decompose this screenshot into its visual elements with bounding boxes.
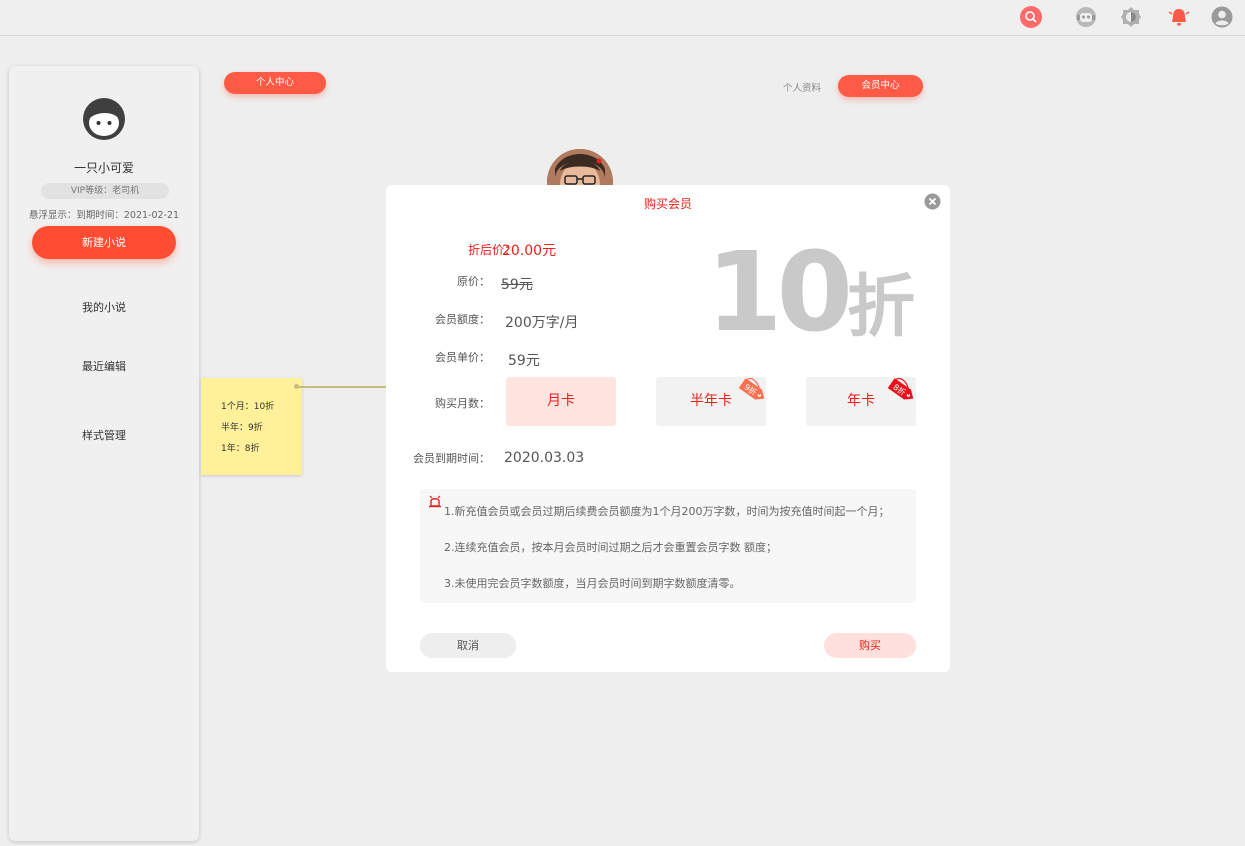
expire-time-label: 会员到期时间： <box>413 452 490 465</box>
notice-box: 1.新充值会员或会员过期后续费会员额度为1个月200万字数，时间为按充值时间起一… <box>420 489 916 603</box>
bell-icon[interactable] <box>1168 6 1190 28</box>
plan-card-monthly[interactable]: 月卡 <box>506 377 616 426</box>
expire-date-text: 悬浮显示：到期时间：2021-02-21 <box>28 210 180 221</box>
cancel-button[interactable]: 取消 <box>420 633 516 658</box>
robot-icon[interactable] <box>1075 6 1097 28</box>
dialog-title: 购买会员 <box>643 197 692 211</box>
sticky-note-line: 半年：9折 <box>221 423 263 433</box>
sidebar: 一只小可爱 VIP等级：老司机 悬浮显示：到期时间：2021-02-21 新建小… <box>9 66 199 841</box>
avatar[interactable] <box>82 97 126 141</box>
original-price-label: 原价： <box>457 275 490 288</box>
new-novel-button[interactable]: 新建小说 <box>32 226 176 259</box>
sidebar-item-my-novels[interactable]: 我的小说 <box>9 299 199 315</box>
notice-line: 2.连续充值会员，按本月会员时间过期之后才会重置会员字数 额度； <box>444 541 777 554</box>
top-bar <box>0 0 1245 36</box>
discount-tag-icon: 8折 <box>883 372 919 408</box>
purchase-membership-dialog: 购买会员 折后价： 20.00元 原价： 59元 会员额度： 200万字/月 会… <box>386 185 950 672</box>
vip-level-badge: VIP等级：老司机 <box>41 183 169 199</box>
quota-value: 200万字/月 <box>505 315 579 331</box>
buy-button[interactable]: 购买 <box>824 633 916 658</box>
discount-tag-icon: 9折 <box>734 372 770 408</box>
search-icon[interactable] <box>1020 6 1042 28</box>
username: 一只小可爱 <box>73 161 134 175</box>
sticky-note: 1个月：10折 半年：9折 1年：8折 <box>201 378 302 475</box>
discount-number: 10 <box>706 228 853 356</box>
sidebar-item-recent-edits[interactable]: 最近编辑 <box>9 358 199 374</box>
close-icon[interactable] <box>924 193 941 210</box>
notice-line: 1.新充值会员或会员过期后续费会员额度为1个月200万字数，时间为按充值时间起一… <box>444 505 890 518</box>
discount-unit: 折 <box>847 268 916 347</box>
personal-center-button[interactable]: 个人中心 <box>224 72 326 94</box>
quota-label: 会员额度： <box>435 313 490 326</box>
notice-line: 3.未使用完会员字数额度，当月会员时间到期字数额度清零。 <box>444 577 741 590</box>
months-label: 购买月数： <box>435 397 490 410</box>
unit-price-value: 59元 <box>508 353 540 369</box>
expire-time-value: 2020.03.03 <box>504 450 585 466</box>
sticky-note-line: 1个月：10折 <box>221 402 275 412</box>
unit-price-label: 会员单价： <box>435 351 490 364</box>
alarm-icon <box>428 494 442 508</box>
original-price-value: 59元 <box>501 277 533 293</box>
connector-dot <box>294 384 299 389</box>
theme-toggle-icon[interactable] <box>1120 6 1142 28</box>
sidebar-item-style-management[interactable]: 样式管理 <box>9 427 199 443</box>
discount-display: 10折 <box>706 237 915 363</box>
profile-link[interactable]: 个人资料 <box>783 80 821 94</box>
member-center-button[interactable]: 会员中心 <box>838 75 923 97</box>
discount-price-value: 20.00元 <box>502 243 557 259</box>
user-icon[interactable] <box>1211 6 1233 28</box>
sticky-note-line: 1年：8折 <box>221 444 260 454</box>
